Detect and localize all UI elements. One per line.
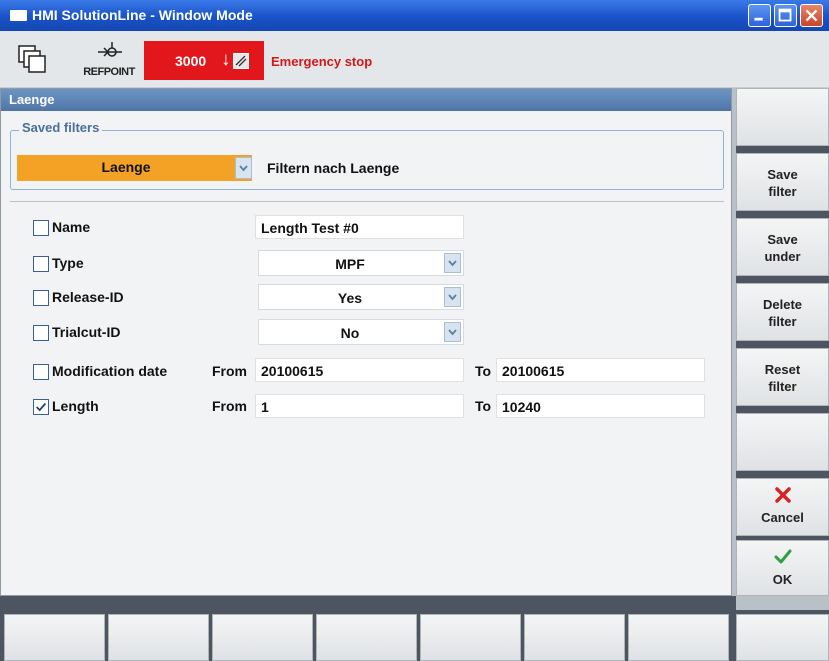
- length-to-label: To: [475, 398, 492, 414]
- checkmark-icon: [36, 402, 47, 412]
- chevron-down-icon: [444, 253, 461, 273]
- cancel-label: Cancel: [761, 510, 804, 525]
- panel-title: Laenge: [1, 89, 731, 111]
- type-value: MPF: [335, 256, 365, 272]
- saved-filter-dropdown-button[interactable]: [234, 155, 252, 181]
- x-icon: [774, 487, 791, 503]
- release-id-label: Release-ID: [52, 289, 124, 305]
- type-select[interactable]: MPF: [258, 250, 464, 276]
- release-id-select[interactable]: Yes: [258, 284, 464, 310]
- saved-filter-description: Filtern nach Laenge: [267, 160, 400, 176]
- length-from-field[interactable]: 1: [255, 394, 464, 418]
- title-bar: HMI SolutionLine - Window Mode: [0, 0, 829, 31]
- delete-filter-label-2: filter: [768, 314, 797, 329]
- name-field[interactable]: Length Test #0: [255, 215, 464, 239]
- hsoftkey-7[interactable]: [628, 614, 729, 661]
- reset-filter-label-1: Reset: [764, 362, 801, 377]
- hsoftkey-2[interactable]: [108, 614, 209, 661]
- delete-filter-button[interactable]: Delete filter: [736, 283, 829, 341]
- cancel-button[interactable]: Cancel: [736, 478, 829, 536]
- minimize-button[interactable]: [748, 4, 771, 27]
- save-under-label-1: Save: [767, 232, 798, 247]
- trialcut-id-checkbox[interactable]: [33, 325, 49, 341]
- hsoftkey-1[interactable]: [4, 614, 105, 661]
- length-to-field[interactable]: 10240: [496, 394, 705, 418]
- release-id-value: Yes: [337, 290, 363, 306]
- softkey-6[interactable]: [736, 413, 829, 471]
- name-label: Name: [52, 219, 91, 235]
- horizontal-softkey-bar: [0, 610, 829, 661]
- checkmark-icon: [774, 549, 791, 564]
- saved-filters-legend: Saved filters: [19, 120, 103, 135]
- acknowledge-icon: [233, 53, 249, 69]
- down-arrow-icon: ↓: [221, 49, 231, 70]
- status-strip: [0, 596, 736, 610]
- modification-date-from-label: From: [212, 363, 247, 379]
- hsoftkey-3[interactable]: [212, 614, 313, 661]
- modification-date-checkbox[interactable]: [33, 364, 49, 380]
- alarm-number: 3000: [175, 53, 207, 69]
- release-id-checkbox[interactable]: [33, 290, 49, 306]
- window-title: HMI SolutionLine - Window Mode: [32, 7, 253, 23]
- alarm-text: Emergency stop: [271, 54, 373, 69]
- refpoint-icon: [98, 42, 122, 57]
- length-from-label: From: [212, 398, 247, 414]
- reset-filter-label-2: filter: [768, 379, 797, 394]
- divider: [10, 201, 724, 202]
- name-checkbox[interactable]: [33, 220, 49, 236]
- chevron-down-icon: [235, 157, 252, 179]
- length-label: Length: [52, 398, 99, 414]
- delete-filter-label-1: Delete: [762, 297, 803, 312]
- window-switch-icon[interactable]: [17, 44, 47, 74]
- save-under-button[interactable]: Save under: [736, 218, 829, 276]
- type-label: Type: [52, 255, 84, 271]
- modification-date-from-field[interactable]: 20100615: [255, 358, 464, 382]
- modification-date-to-field[interactable]: 20100615: [496, 358, 705, 382]
- length-checkbox[interactable]: [33, 399, 49, 415]
- save-filter-label-1: Save: [767, 167, 798, 182]
- hsoftkey-8[interactable]: [736, 614, 829, 661]
- type-checkbox[interactable]: [33, 256, 49, 272]
- modification-date-to-label: To: [475, 363, 492, 379]
- close-icon: [805, 9, 818, 22]
- hsoftkey-6[interactable]: [524, 614, 625, 661]
- maximize-icon: [778, 8, 792, 22]
- app-icon: [10, 10, 27, 21]
- refpoint-label: REFPOINT: [83, 66, 135, 78]
- modification-date-label: Modification date: [52, 363, 168, 379]
- saved-filter-dropdown[interactable]: Laenge: [17, 155, 252, 181]
- minimize-icon: [754, 17, 763, 21]
- trialcut-id-value: No: [340, 325, 360, 341]
- vertical-softkey-bar: Save filter Save under Delete filter Res…: [736, 88, 829, 596]
- saved-filter-value: Laenge: [101, 159, 151, 175]
- trialcut-id-select[interactable]: No: [258, 319, 464, 345]
- ok-button[interactable]: OK: [736, 540, 829, 596]
- maximize-button[interactable]: [774, 4, 797, 27]
- save-filter-button[interactable]: Save filter: [736, 153, 829, 211]
- trialcut-id-label: Trialcut-ID: [52, 324, 121, 340]
- hsoftkey-4[interactable]: [316, 614, 417, 661]
- alarm-indicator[interactable]: 3000 ↓: [144, 41, 264, 80]
- chevron-down-icon: [444, 287, 461, 307]
- hsoftkey-5[interactable]: [420, 614, 521, 661]
- save-filter-label-2: filter: [768, 184, 797, 199]
- close-button[interactable]: [800, 4, 823, 27]
- chevron-down-icon: [444, 322, 461, 342]
- reset-filter-button[interactable]: Reset filter: [736, 348, 829, 406]
- softkey-1[interactable]: [736, 88, 829, 146]
- refpoint-indicator: REFPOINT: [78, 38, 140, 78]
- ok-label: OK: [772, 572, 793, 587]
- save-under-label-2: under: [764, 249, 801, 264]
